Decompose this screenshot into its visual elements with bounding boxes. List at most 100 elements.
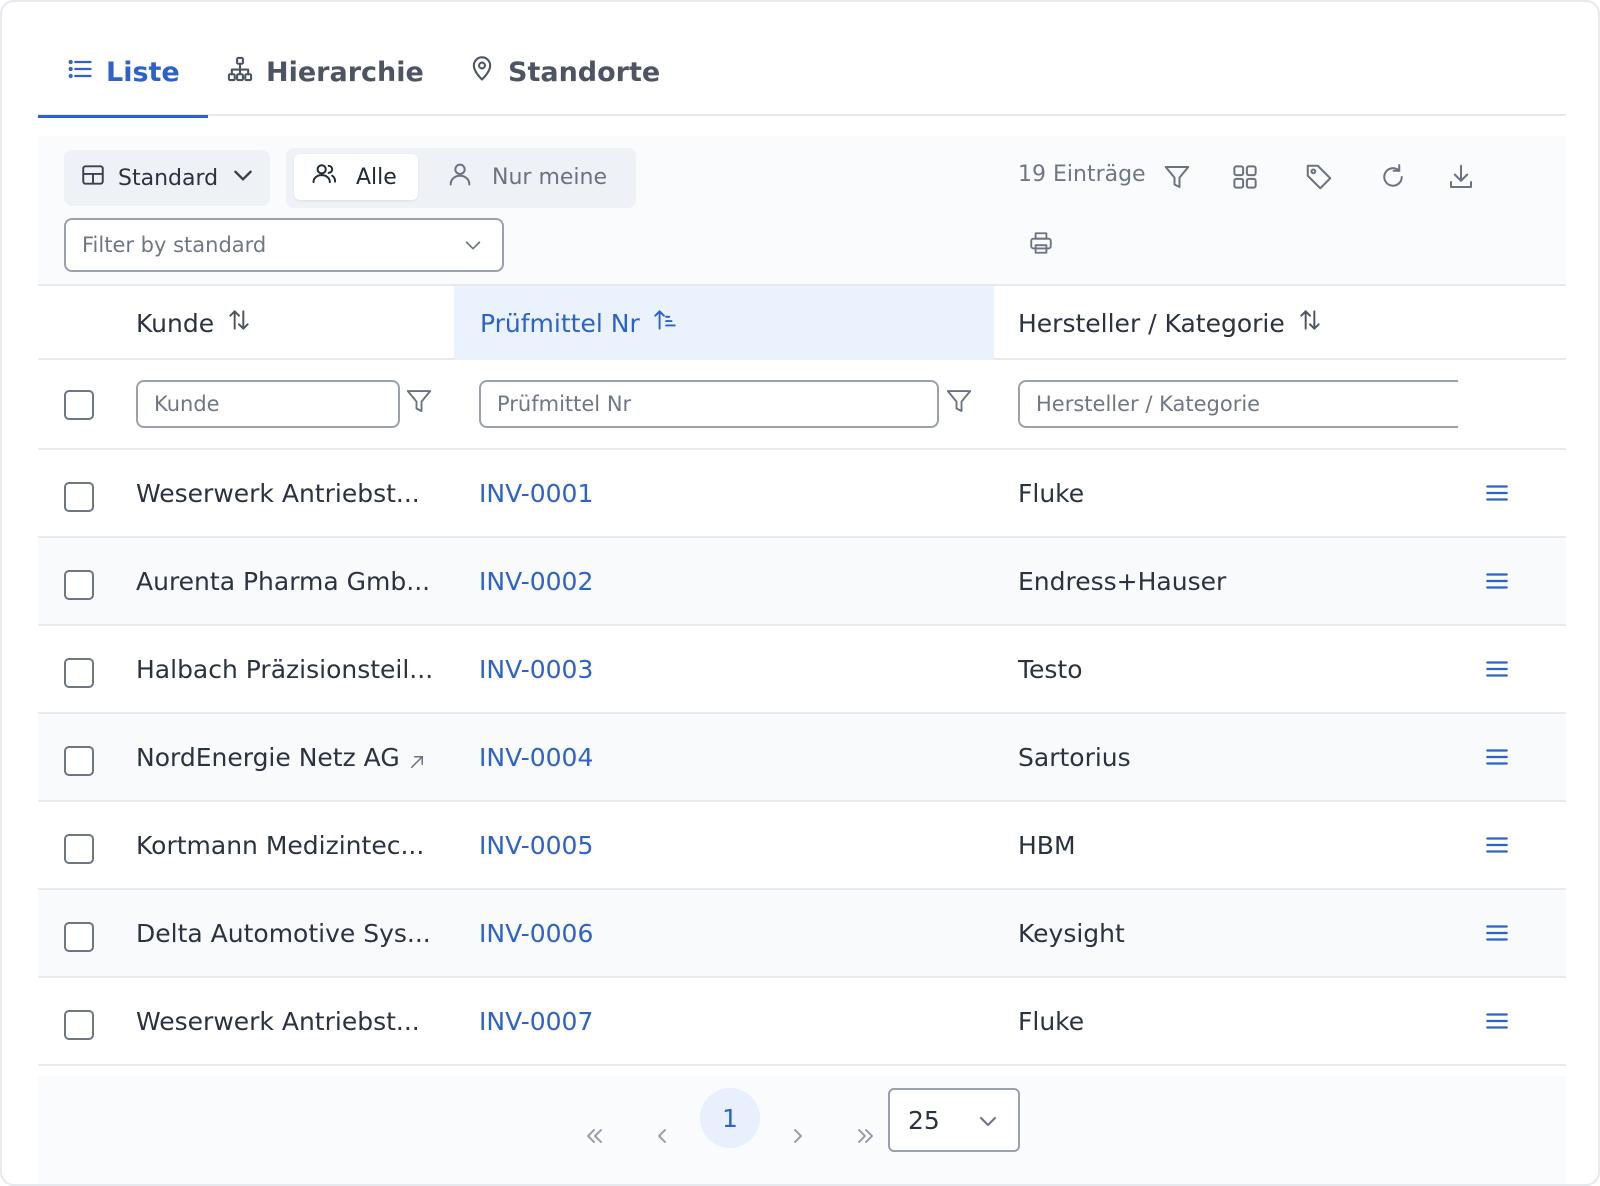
column-header-kunde[interactable]: Kunde [136, 286, 252, 360]
page-size-select[interactable]: 25 [888, 1088, 1020, 1152]
cell-hersteller: Endress+Hauser [1018, 566, 1227, 596]
column-header-kunde-label: Kunde [136, 308, 215, 338]
toggle-nur-meine-label: Nur meine [492, 164, 607, 190]
tab-standorte-label: Standorte [508, 56, 661, 88]
column-filter-row: Kunde Prüfmittel Nr Hersteller / Kategor… [38, 360, 1566, 450]
chevron-down-icon [462, 234, 484, 256]
print-icon[interactable] [1028, 230, 1054, 256]
page-size-value: 25 [908, 1105, 940, 1135]
row-checkbox[interactable] [64, 746, 94, 776]
table-row[interactable]: Delta Automotive Sys... INV-0006 Keysigh… [38, 890, 1566, 978]
kunde-filter-placeholder: Kunde [154, 392, 220, 416]
cell-kunde: Halbach Präzisionsteil... [136, 654, 434, 684]
table-icon [80, 162, 106, 194]
first-page-button[interactable] [564, 1106, 624, 1166]
next-page-button[interactable] [768, 1106, 828, 1166]
refresh-icon[interactable] [1378, 162, 1408, 192]
cell-kunde-label: NordEnergie Netz AG [136, 742, 400, 772]
standard-filter-select[interactable]: Filter by standard [64, 218, 504, 272]
sort-ascending-icon [652, 307, 678, 339]
filter-icon[interactable] [1162, 162, 1192, 192]
row-menu-icon[interactable] [1484, 744, 1510, 770]
tab-hierarchie[interactable]: Hierarchie [226, 28, 424, 116]
view-tabs: Liste Hierarchie Standorte [38, 28, 1566, 118]
tab-standorte[interactable]: Standorte [468, 28, 660, 116]
cell-hersteller: HBM [1018, 830, 1076, 860]
cell-kunde: Weserwerk Antriebst... [136, 478, 420, 508]
cell-pruefmittel-link[interactable]: INV-0006 [479, 890, 593, 976]
kunde-filter-input[interactable]: Kunde [136, 380, 400, 428]
table-row[interactable]: NordEnergie Netz AG INV-0004 Sartorius [38, 714, 1566, 802]
tag-icon[interactable] [1304, 162, 1334, 192]
row-menu-icon[interactable] [1484, 1008, 1510, 1034]
table-row[interactable]: Kortmann Medizintec... INV-0005 HBM [38, 802, 1566, 890]
view-selector-dropdown[interactable]: Standard [64, 150, 270, 206]
pruefmittel-filter-input[interactable]: Prüfmittel Nr [479, 380, 939, 428]
row-checkbox[interactable] [64, 922, 94, 952]
cell-pruefmittel-link[interactable]: INV-0002 [479, 538, 593, 624]
cell-pruefmittel-link[interactable]: INV-0004 [479, 714, 593, 800]
table-row[interactable]: Weserwerk Antriebst... INV-0001 Fluke [38, 450, 1566, 538]
column-header-pruefmittel-label: Prüfmittel Nr [480, 308, 640, 338]
standard-filter-placeholder: Filter by standard [82, 233, 267, 257]
cell-pruefmittel-link[interactable]: INV-0001 [479, 450, 593, 536]
app-frame: Liste Hierarchie Standorte Standard Alle… [0, 0, 1600, 1186]
toggle-nur-meine[interactable]: Nur meine [446, 154, 607, 200]
column-header-hersteller[interactable]: Hersteller / Kategorie [1018, 286, 1323, 360]
hersteller-filter-input[interactable]: Hersteller / Kategorie [1018, 380, 1458, 428]
last-page-button[interactable] [836, 1106, 896, 1166]
table-header: Kunde Prüfmittel Nr Hersteller / Kategor… [38, 284, 1566, 360]
cell-kunde: Weserwerk Antriebst... [136, 1006, 420, 1036]
row-menu-icon[interactable] [1484, 568, 1510, 594]
row-menu-icon[interactable] [1484, 480, 1510, 506]
cell-kunde: NordEnergie Netz AG [136, 714, 426, 800]
download-icon[interactable] [1446, 162, 1476, 192]
external-link-icon[interactable] [408, 748, 426, 768]
tab-liste-label: Liste [106, 56, 180, 88]
cell-hersteller: Keysight [1018, 918, 1125, 948]
location-pin-icon [468, 55, 496, 90]
toggle-alle[interactable]: Alle [294, 154, 418, 200]
row-checkbox[interactable] [64, 658, 94, 688]
filter-icon[interactable] [404, 386, 434, 416]
chevron-down-icon [976, 1109, 1000, 1133]
cell-kunde: Aurenta Pharma Gmb... [136, 566, 431, 596]
row-menu-icon[interactable] [1484, 920, 1510, 946]
cell-pruefmittel-link[interactable]: INV-0005 [479, 802, 593, 888]
cell-pruefmittel-link[interactable]: INV-0007 [479, 978, 593, 1064]
tab-liste[interactable]: Liste [38, 28, 208, 118]
pruefmittel-filter-placeholder: Prüfmittel Nr [497, 392, 632, 416]
row-checkbox[interactable] [64, 570, 94, 600]
cell-pruefmittel-link[interactable]: INV-0003 [479, 626, 593, 712]
chevron-down-icon [230, 162, 256, 194]
table-row[interactable]: Weserwerk Antriebst... INV-0007 Fluke [38, 978, 1566, 1066]
table-row[interactable]: Halbach Präzisionsteil... INV-0003 Testo [38, 626, 1566, 714]
row-checkbox[interactable] [64, 834, 94, 864]
grid-icon[interactable] [1230, 162, 1260, 192]
list-icon [66, 55, 94, 90]
filter-icon[interactable] [944, 386, 974, 416]
prev-page-button[interactable] [632, 1106, 692, 1166]
current-page-button[interactable]: 1 [700, 1088, 760, 1148]
cell-hersteller: Fluke [1018, 1006, 1085, 1036]
row-menu-icon[interactable] [1484, 832, 1510, 858]
cell-hersteller: Fluke [1018, 478, 1085, 508]
row-menu-icon[interactable] [1484, 656, 1510, 682]
hersteller-filter-placeholder: Hersteller / Kategorie [1036, 392, 1261, 416]
row-checkbox[interactable] [64, 1010, 94, 1040]
pagination: 1 25 [38, 1076, 1566, 1184]
ownership-toggle: Alle Nur meine [286, 148, 636, 208]
users-icon [310, 160, 338, 194]
sort-icon [1297, 307, 1323, 339]
cell-hersteller: Testo [1018, 654, 1083, 684]
cell-kunde: Kortmann Medizintec... [136, 830, 425, 860]
table-row[interactable]: Aurenta Pharma Gmb... INV-0002 Endress+H… [38, 538, 1566, 626]
cell-kunde: Delta Automotive Sys... [136, 918, 431, 948]
column-header-pruefmittel[interactable]: Prüfmittel Nr [454, 286, 994, 360]
column-header-hersteller-label: Hersteller / Kategorie [1018, 308, 1285, 338]
main-panel: Liste Hierarchie Standorte Standard Alle… [38, 28, 1566, 1184]
entries-count: 19 Einträge [1018, 162, 1146, 187]
row-checkbox[interactable] [64, 482, 94, 512]
select-all-checkbox[interactable] [64, 390, 94, 420]
toggle-alle-label: Alle [356, 164, 397, 190]
